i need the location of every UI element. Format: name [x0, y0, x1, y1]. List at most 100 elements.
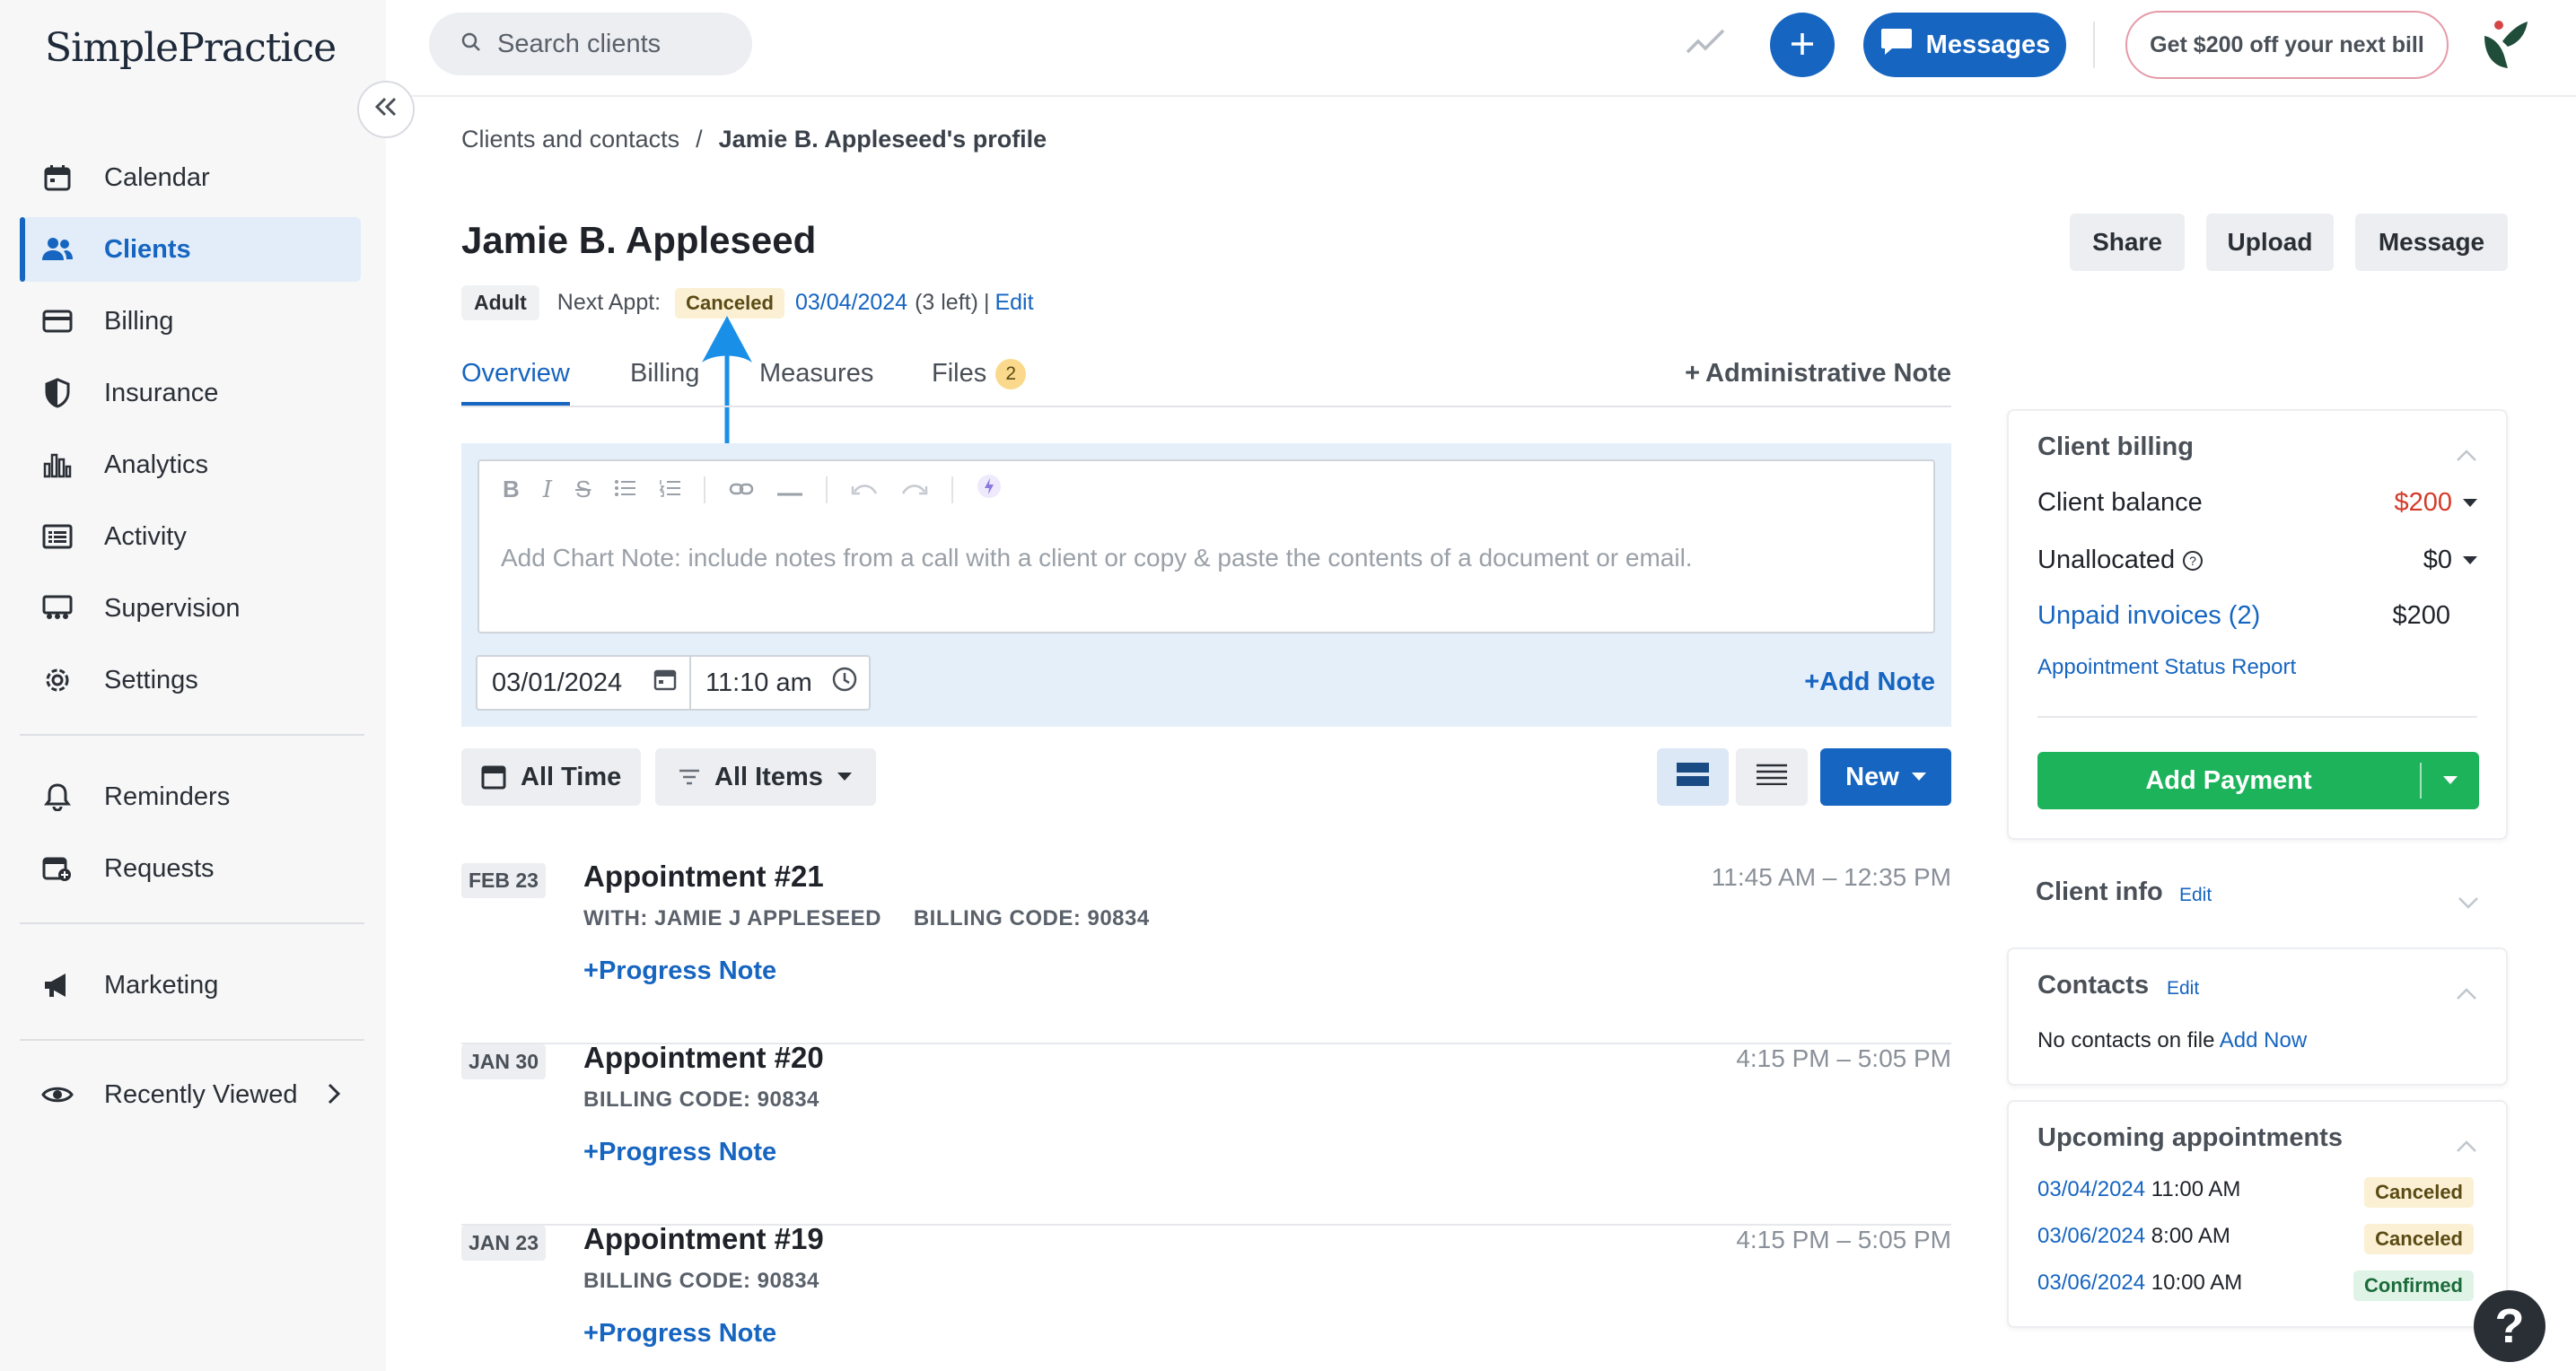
sidebar-item-calendar[interactable]: Calendar	[20, 145, 361, 210]
progress-note-label: Progress Note	[598, 1319, 777, 1348]
progress-note-button[interactable]: +Progress Note	[583, 1138, 776, 1167]
tab-measures[interactable]: Measures	[759, 359, 873, 389]
progress-note-button[interactable]: +Progress Note	[583, 1319, 776, 1349]
contacts-edit-link[interactable]: Edit	[2167, 978, 2199, 1000]
client-balance-dropdown[interactable]: $200	[2394, 488, 2477, 518]
sidebar-item-label: Marketing	[104, 970, 219, 1000]
client-info-card[interactable]: Client info Edit	[2007, 856, 2508, 935]
sidebar-item-supervision[interactable]: Supervision	[20, 576, 361, 641]
caret-down-icon	[837, 773, 852, 782]
unallocated-label: Unallocated	[2037, 546, 2176, 574]
promo-button[interactable]: Get $200 off your next bill	[2125, 11, 2449, 79]
list-view-icon	[1757, 763, 1787, 791]
sidebar-item-clients[interactable]: Clients	[20, 217, 361, 282]
eye-icon	[39, 1077, 75, 1113]
numbered-list-icon[interactable]	[659, 476, 681, 503]
messages-label: Messages	[1925, 30, 2051, 59]
sidebar-item-insurance[interactable]: Insurance	[20, 361, 361, 425]
files-count-badge: 2	[995, 359, 1027, 390]
search-input[interactable]: Search clients	[429, 13, 752, 75]
appointment-time: 4:15 PM – 5:05 PM	[1736, 1226, 1951, 1253]
tab-files[interactable]: Files 2	[932, 359, 1027, 390]
chevron-down-icon[interactable]	[2458, 886, 2479, 915]
tab-billing[interactable]: Billing	[630, 359, 699, 389]
sidebar-item-analytics[interactable]: Analytics	[20, 432, 361, 497]
status-badge: Confirmed	[2353, 1271, 2474, 1301]
chevron-up-icon[interactable]	[2456, 1131, 2477, 1159]
list-item: FEB 23 Appointment #21 WITH: JAMIE J APP…	[461, 860, 1951, 1044]
add-button[interactable]	[1770, 13, 1835, 77]
chevron-up-icon[interactable]	[2456, 978, 2477, 1007]
breadcrumb-parent[interactable]: Clients and contacts	[461, 126, 679, 153]
page-title: Jamie B. Appleseed	[461, 219, 817, 261]
add-contact-link[interactable]: Add Now	[2220, 1028, 2307, 1052]
chevron-up-icon[interactable]	[2456, 440, 2477, 468]
sidebar-item-requests[interactable]: Requests	[20, 836, 361, 901]
message-button[interactable]: Message	[2355, 214, 2508, 271]
sidebar-item-label: Billing	[104, 306, 174, 336]
next-appt-date-link[interactable]: 03/04/2024	[795, 290, 907, 316]
topbar-separator	[2093, 22, 2095, 68]
upload-button[interactable]: Upload	[2206, 214, 2334, 271]
new-button[interactable]: New	[1820, 748, 1951, 806]
upcoming-date-link[interactable]: 03/06/2024	[2037, 1224, 2145, 1248]
add-note-button[interactable]: +Add Note	[1804, 668, 1935, 697]
italic-icon[interactable]: I	[543, 476, 552, 503]
note-time-field[interactable]: 11:10 am	[691, 657, 869, 709]
appointment-title[interactable]: Appointment #20	[583, 1041, 824, 1075]
add-payment-button[interactable]: Add Payment	[2037, 752, 2479, 809]
calendar-plus-icon	[39, 851, 75, 886]
sidebar-item-settings[interactable]: Settings	[20, 648, 361, 712]
app-logo[interactable]: SimplePractice	[45, 25, 337, 71]
messages-button[interactable]: Messages	[1863, 13, 2066, 77]
avatar[interactable]	[2477, 16, 2535, 74]
upcoming-date-link[interactable]: 03/06/2024	[2037, 1271, 2145, 1295]
appointment-status-report-link[interactable]: Appointment Status Report	[2037, 655, 2296, 680]
sidebar-item-billing[interactable]: Billing	[20, 289, 361, 354]
undo-icon[interactable]	[851, 476, 878, 503]
new-label: New	[1845, 762, 1899, 791]
sidebar-item-recently-viewed[interactable]: Recently Viewed	[20, 1062, 361, 1127]
list-view-button[interactable]	[1736, 748, 1808, 806]
appointment-title[interactable]: Appointment #19	[583, 1222, 824, 1256]
caret-down-icon	[2463, 555, 2477, 565]
chart-note-editor[interactable]: B I S Add Chart Note: include notes from…	[478, 459, 1935, 633]
caret-down-icon[interactable]	[2422, 776, 2479, 785]
sidebar-item-label: Reminders	[104, 782, 231, 811]
trend-icon[interactable]	[1686, 27, 1725, 62]
ai-lightning-icon[interactable]	[977, 474, 1002, 505]
administrative-note-label: Administrative Note	[1705, 359, 1951, 388]
collapse-sidebar-button[interactable]	[357, 81, 415, 138]
client-info-edit-link[interactable]: Edit	[2179, 885, 2212, 906]
appointment-title[interactable]: Appointment #21	[583, 860, 824, 894]
share-button[interactable]: Share	[2070, 214, 2185, 271]
sidebar-item-activity[interactable]: Activity	[20, 504, 361, 569]
administrative-note-button[interactable]: + Administrative Note	[1685, 359, 1951, 389]
sidebar-item-reminders[interactable]: Reminders	[20, 764, 361, 829]
supervision-icon	[39, 590, 75, 626]
sidebar-item-marketing[interactable]: Marketing	[20, 953, 361, 1017]
progress-note-button[interactable]: +Progress Note	[583, 956, 776, 986]
status-badge: Canceled	[2364, 1177, 2474, 1208]
card-view-button[interactable]	[1657, 748, 1729, 806]
help-circle-icon[interactable]: ?	[2182, 550, 2204, 572]
bold-icon[interactable]: B	[503, 476, 520, 503]
items-filter-button[interactable]: All Items	[655, 748, 876, 806]
unallocated-dropdown[interactable]: $0	[2423, 546, 2477, 575]
upcoming-date-link[interactable]: 03/04/2024	[2037, 1177, 2145, 1201]
redo-icon[interactable]	[901, 476, 928, 503]
time-filter-button[interactable]: All Time	[461, 748, 641, 806]
help-button[interactable]: ?	[2474, 1290, 2545, 1362]
tab-overview[interactable]: Overview	[461, 359, 570, 406]
note-date-field[interactable]: 03/01/2024	[478, 657, 691, 709]
chart-note-panel: B I S Add Chart Note: include notes from…	[461, 443, 1951, 727]
link-icon[interactable]	[729, 476, 754, 503]
bullet-list-icon[interactable]	[614, 476, 636, 503]
unpaid-invoices-link[interactable]: Unpaid invoices (2)	[2037, 601, 2260, 631]
horizontal-rule-icon[interactable]	[777, 476, 803, 503]
sidebar: SimplePractice Calendar Clients Billing …	[0, 0, 386, 1371]
strikethrough-icon[interactable]: S	[575, 476, 591, 503]
edit-link[interactable]: Edit	[994, 290, 1033, 316]
sidebar-item-label: Requests	[104, 853, 215, 883]
breadcrumb-current: Jamie B. Appleseed's profile	[718, 126, 1047, 153]
